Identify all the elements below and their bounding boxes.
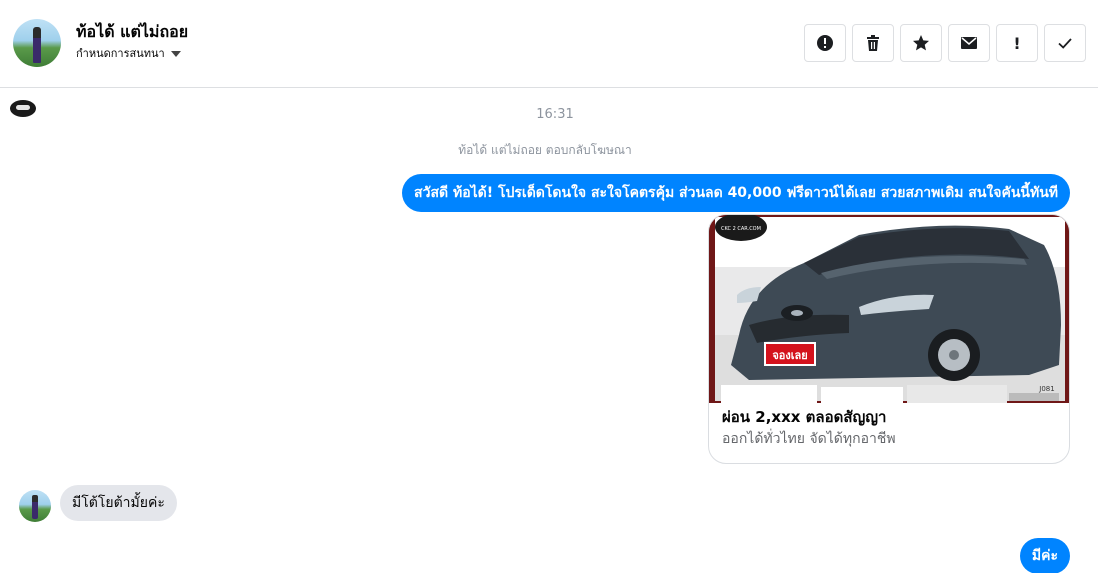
caret-down-icon [170, 50, 181, 57]
conversation-settings-label: กำหนดการสนทนา [76, 47, 165, 60]
follow-up-button[interactable]: ! [996, 24, 1038, 62]
check-icon [1058, 38, 1072, 49]
incoming-message[interactable]: มีโต้โยต้ามั้ยค่ะ [60, 485, 177, 521]
envelope-icon [961, 37, 977, 49]
ad-code-text: J081 [1038, 385, 1054, 393]
alert-circle-icon [817, 35, 833, 51]
outgoing-message[interactable]: สวัสดี ท้อได้! โปรเด็ดโดนใจ สะใจโคตรคุ้ม… [402, 174, 1070, 212]
exclamation-icon: ! [1013, 33, 1021, 53]
ad-reply-note: ท้อได้ แต่ไม่ถอย ตอบกลับโฆษณา [458, 143, 632, 157]
star-button[interactable] [900, 24, 942, 62]
sender-avatar[interactable] [19, 490, 51, 522]
mark-spam-button[interactable] [804, 24, 846, 62]
outgoing-message[interactable]: มีค่ะ [1019, 538, 1070, 573]
conversation-header: ท้อได้ แต่ไม่ถอย กำหนดการสนทนา ! [0, 0, 1098, 88]
mark-done-button[interactable] [1044, 24, 1086, 62]
ad-image: CKC 2 CAR.COM จองเลย J081 [709, 215, 1069, 403]
delete-button[interactable] [852, 24, 894, 62]
message-timestamp: 16:31 [536, 107, 574, 122]
contact-name[interactable]: ท้อได้ แต่ไม่ถอย [76, 20, 188, 45]
ad-card[interactable]: CKC 2 CAR.COM จองเลย J081 ผ่อน 2,xxx ตลอ… [708, 214, 1070, 464]
ad-logo-text: CKC 2 CAR.COM [721, 226, 761, 232]
ad-card-subtitle: ออกได้ทั่วไทย จัดได้ทุกอาชีพ [722, 431, 896, 447]
ad-card-title: ผ่อน 2,xxx ตลอดสัญญา [722, 408, 887, 426]
trash-icon [867, 35, 879, 51]
conversation-toolbar: ! [804, 24, 1086, 62]
contact-avatar[interactable] [13, 19, 61, 67]
conversation-settings-dropdown[interactable]: กำหนดการสนทนา [76, 44, 181, 62]
ad-stamp-text: จองเลย [772, 349, 807, 362]
mark-unread-button[interactable] [948, 24, 990, 62]
star-icon [913, 35, 929, 51]
